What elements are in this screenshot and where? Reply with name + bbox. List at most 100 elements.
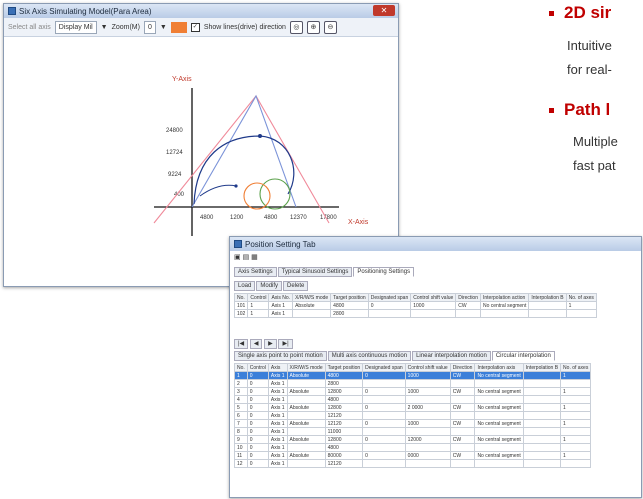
table-cell[interactable]: 12120 (324, 419, 364, 428)
table-cell[interactable] (286, 443, 326, 452)
table-cell[interactable] (404, 443, 451, 452)
table-cell[interactable] (449, 427, 476, 436)
table-cell[interactable]: 12000 (404, 435, 451, 444)
table-cell[interactable]: CW (449, 403, 476, 412)
table-cell[interactable]: No central segment (474, 403, 524, 412)
table-cell[interactable] (286, 427, 326, 436)
table-cell[interactable]: 5 (234, 403, 248, 412)
table-cell[interactable]: 2 0000 (404, 403, 451, 412)
column-header[interactable]: Interpolation action (479, 293, 530, 302)
column-header[interactable]: No. (234, 363, 248, 372)
table-cell[interactable] (474, 459, 524, 468)
table-cell[interactable]: 0 (246, 411, 269, 420)
table-cell[interactable] (522, 435, 562, 444)
table-cell[interactable] (404, 395, 451, 404)
table-cell[interactable]: 9 (234, 435, 248, 444)
table-row[interactable]: 6 0 Axis 1 12120 (234, 411, 592, 420)
column-header[interactable]: X/R/W/S mode (286, 363, 326, 372)
zoom-input[interactable]: 0 (143, 20, 156, 34)
table-cell[interactable]: 0000 (404, 451, 451, 460)
table-cell[interactable]: CW (449, 371, 476, 380)
tab-positioning-settings[interactable]: Positioning Settings (353, 267, 415, 277)
table-row[interactable]: 8 0 Axis 1 11000 (234, 427, 592, 436)
table-cell[interactable]: No central segment (474, 387, 524, 396)
table-cell[interactable] (522, 419, 562, 428)
column-header[interactable]: Target position (324, 363, 364, 372)
display-dropdown[interactable]: Display Mil (54, 20, 97, 34)
table-cell[interactable]: 0 (246, 419, 269, 428)
prev-button[interactable]: ◀ (249, 339, 263, 349)
table-cell[interactable] (474, 395, 524, 404)
tab-axis-settings[interactable]: Axis Settings (234, 267, 277, 277)
column-header[interactable]: Axis (267, 363, 288, 372)
table-cell[interactable] (362, 411, 406, 420)
table-cell[interactable]: CW (449, 419, 476, 428)
table-cell[interactable] (449, 395, 476, 404)
table-cell[interactable] (474, 411, 524, 420)
table-cell[interactable]: CW (449, 387, 476, 396)
close-button[interactable]: ✕ (373, 5, 395, 16)
table-cell[interactable]: Axis 1 (267, 403, 288, 412)
table-cell[interactable]: 1 (560, 371, 592, 380)
zoom-in-icon[interactable]: ⊕ (306, 20, 320, 34)
table-cell[interactable]: 4800 (330, 301, 369, 310)
table-cell[interactable]: 0 (362, 371, 406, 380)
column-header[interactable]: Interpolation B (522, 363, 562, 372)
table-row[interactable]: 5 0 Axis 1 Absolute 12800 0 2 0000 CW No central… (234, 403, 592, 412)
table-cell[interactable]: 0 (362, 387, 406, 396)
table-cell[interactable]: 6 (234, 411, 248, 420)
table-cell[interactable] (528, 309, 567, 318)
table-cell[interactable]: CW (449, 435, 476, 444)
table-cell[interactable] (362, 443, 406, 452)
table-cell[interactable]: CW (455, 301, 481, 310)
table-cell[interactable] (449, 459, 476, 468)
table-cell[interactable] (522, 451, 562, 460)
first-button[interactable]: |◀ (234, 339, 249, 349)
table-cell[interactable] (362, 459, 406, 468)
table-cell[interactable]: Axis 1 (267, 427, 288, 436)
tab-circular-interp[interactable]: Circular interpolation (491, 351, 555, 361)
table-row[interactable]: 1 0 Axis 1 Absolute 4800 0 1000 CW No central se… (234, 371, 592, 380)
table-cell[interactable]: Axis 1 (267, 371, 288, 380)
table-cell[interactable] (286, 379, 326, 388)
column-header[interactable]: Control (247, 293, 270, 302)
table-cell[interactable]: 0 (246, 451, 269, 460)
table-cell[interactable]: 11 (234, 451, 248, 460)
table-row[interactable]: 11 0 Axis 1 Absolute 80000 0 0000 CW No central … (234, 451, 592, 460)
grid-icon[interactable]: ▦ (251, 254, 258, 261)
table-cell[interactable]: 2800 (330, 309, 369, 318)
table-cell[interactable]: 0 (246, 443, 269, 452)
table-cell[interactable] (449, 411, 476, 420)
color-swatch[interactable] (170, 21, 187, 33)
column-header[interactable]: Designated span (367, 293, 412, 302)
table-cell[interactable] (522, 371, 562, 380)
table-cell[interactable] (286, 411, 326, 420)
table-cell[interactable] (560, 395, 592, 404)
table-cell[interactable]: No central segment (474, 451, 524, 460)
table-cell[interactable]: 7 (234, 419, 248, 428)
table-cell[interactable]: Axis 1 (267, 387, 288, 396)
table-cell[interactable]: 1000 (404, 371, 451, 380)
table-cell[interactable] (560, 459, 592, 468)
column-header[interactable]: Control shift value (410, 293, 457, 302)
column-header[interactable]: No. of axes (565, 293, 597, 302)
chevron-down-icon[interactable]: ▼ (101, 24, 108, 31)
table-cell[interactable]: 4 (234, 395, 248, 404)
table-cell[interactable]: Axis 1 (268, 301, 294, 310)
table-cell[interactable]: Axis 1 (267, 459, 288, 468)
table-cell[interactable]: 0 (246, 395, 269, 404)
table-cell[interactable]: 0 (246, 427, 269, 436)
table-cell[interactable] (286, 395, 326, 404)
table-cell[interactable]: 0 (362, 451, 406, 460)
table-cell[interactable]: 12120 (324, 411, 364, 420)
table-row[interactable]: 3 0 Axis 1 Absolute 12800 0 1000 CW No central s… (234, 387, 592, 396)
table-cell[interactable]: 11000 (324, 427, 364, 436)
table-cell[interactable] (522, 387, 562, 396)
table-row[interactable]: 102 1 Axis 1 2800 (233, 309, 597, 318)
table-cell[interactable] (362, 427, 406, 436)
column-header[interactable]: Target position (330, 293, 369, 302)
table-cell[interactable]: 4800 (324, 443, 364, 452)
table-cell[interactable]: 1000 (410, 301, 457, 310)
table-cell[interactable]: 1 (247, 301, 270, 310)
table-cell[interactable] (362, 395, 406, 404)
